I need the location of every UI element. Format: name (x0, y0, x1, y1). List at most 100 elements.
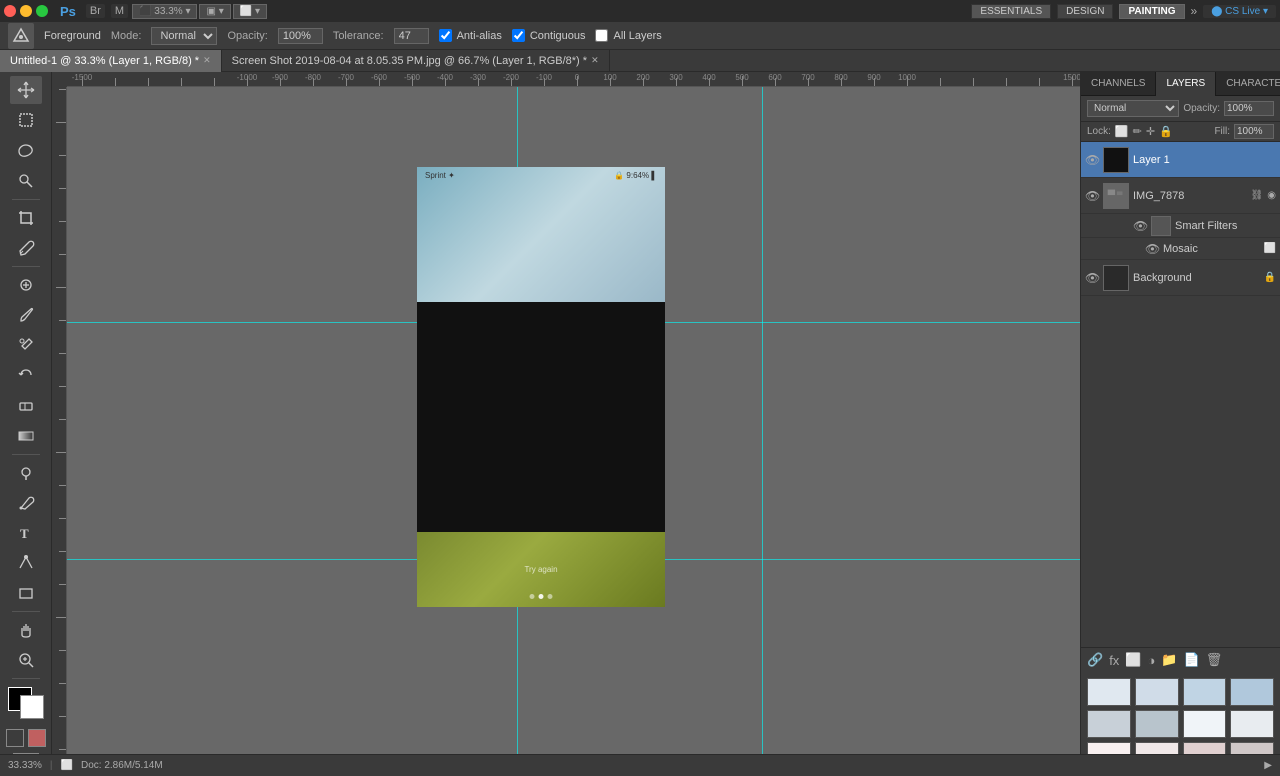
layer-item-1[interactable]: 👁 IMG_7878 ⛓ ◉ (1081, 178, 1280, 214)
quick-select-tool[interactable] (10, 166, 42, 194)
layer-item-0[interactable]: 👁 Layer 1 (1081, 142, 1280, 178)
opacity-input[interactable] (278, 28, 323, 44)
eraser-tool[interactable] (10, 391, 42, 419)
rectangular-marquee-tool[interactable] (10, 106, 42, 134)
tab-close-1[interactable]: ✕ (591, 55, 599, 66)
br-icon[interactable]: Br (86, 4, 105, 18)
svg-text:T: T (20, 526, 29, 541)
delete-layer-button[interactable]: 🗑 (1206, 652, 1223, 668)
zoom-fit-button[interactable]: ⬜ (61, 760, 73, 771)
close-button[interactable] (4, 5, 16, 17)
lock-all-icon[interactable]: 🔒 (1159, 125, 1173, 138)
eyedropper-tool[interactable] (10, 234, 42, 262)
tab-close-0[interactable]: ✕ (203, 55, 211, 66)
ps-logo: Ps (60, 4, 76, 19)
gradient-tool[interactable] (10, 421, 42, 449)
dot-1 (530, 594, 535, 599)
tolerance-label: Tolerance: (333, 30, 384, 42)
layer-vis-2[interactable]: 👁 (1085, 271, 1099, 285)
anti-alias-checkbox[interactable] (439, 29, 452, 42)
clone-stamp-tool[interactable] (10, 331, 42, 359)
lock-image-icon[interactable]: ✏ (1133, 125, 1142, 138)
path-select-tool[interactable] (10, 549, 42, 577)
tolerance-input[interactable] (394, 28, 429, 44)
layer-vis-0[interactable]: 👁 (1085, 153, 1099, 167)
lock-position-icon[interactable]: ✛ (1146, 125, 1155, 138)
canvas-image-placeholder: Sprint ✦ 🔒 9:64% ▌ (417, 167, 665, 302)
mosaic-label: Mosaic (1163, 243, 1260, 255)
contiguous-checkbox[interactable] (512, 29, 525, 42)
fill-input[interactable] (1234, 124, 1274, 139)
canvas-area[interactable]: Sprint ✦ 🔒 9:64% ▌ Try again (67, 87, 1080, 776)
painting-button[interactable]: PAINTING (1119, 4, 1184, 19)
pen-tool[interactable] (10, 489, 42, 517)
essentials-button[interactable]: ESSENTIALS (971, 4, 1051, 19)
add-adjustment-button[interactable]: ◑ (1148, 653, 1156, 668)
background-color[interactable] (20, 695, 44, 719)
tool-preset-picker[interactable] (8, 23, 34, 49)
opacity-label: Opacity: (1183, 103, 1220, 114)
status-arrow[interactable]: ▶ (1264, 760, 1272, 771)
toolbox: T (0, 72, 52, 776)
text-tool[interactable]: T (10, 519, 42, 547)
channels-tab[interactable]: CHANNELS (1081, 72, 1156, 96)
lasso-tool[interactable] (10, 136, 42, 164)
doc-tab-0[interactable]: Untitled-1 @ 33.3% (Layer 1, RGB/8) * ✕ (0, 50, 222, 72)
shape-tool[interactable] (10, 579, 42, 607)
layers-tab[interactable]: LAYERS (1156, 72, 1216, 96)
quick-mask-mode[interactable] (28, 729, 46, 747)
design-button[interactable]: DESIGN (1057, 4, 1113, 19)
maximize-button[interactable] (36, 5, 48, 17)
mini-icon[interactable]: M (111, 4, 128, 18)
history-brush-tool[interactable] (10, 361, 42, 389)
brush-tool[interactable] (10, 301, 42, 329)
lock-label: Lock: (1087, 126, 1111, 137)
minimize-button[interactable] (20, 5, 32, 17)
tool-divider-2 (12, 266, 40, 267)
add-style-button[interactable]: fx (1109, 653, 1119, 668)
guide-v-2 (762, 87, 763, 776)
view-selector[interactable]: ▣ ▾ (199, 4, 230, 19)
layer-list: 👁 Layer 1 👁 IMG_7878 ⛓ ◉ 👁 Sma (1081, 142, 1280, 647)
try-again-label: Try again (524, 565, 557, 574)
new-group-button[interactable]: 📁 (1161, 652, 1177, 668)
hand-tool[interactable] (10, 616, 42, 644)
lock-transparent-icon[interactable]: ⬜ (1115, 125, 1129, 138)
add-mask-button[interactable]: ⬜ (1125, 652, 1141, 668)
new-layer-button[interactable]: 📄 (1184, 652, 1200, 668)
dodge-tool[interactable] (10, 459, 42, 487)
smart-filters-thumb (1151, 216, 1171, 236)
smart-filters-vis[interactable]: 👁 (1133, 219, 1147, 233)
all-layers-checkbox[interactable] (595, 29, 608, 42)
fill-label: Fill: (1214, 126, 1230, 137)
all-layers-label: All Layers (595, 29, 661, 42)
ruler-corner (52, 72, 67, 87)
canvas-black (417, 302, 665, 532)
opacity-input[interactable] (1224, 101, 1274, 116)
mode-select[interactable]: Normal (151, 27, 217, 45)
blend-mode-select[interactable]: Normal (1087, 100, 1179, 117)
more-workspaces[interactable]: » (1191, 4, 1198, 18)
dots-row (530, 594, 553, 599)
healing-brush-tool[interactable] (10, 271, 42, 299)
layer-item-2[interactable]: 👁 Background 🔒 (1081, 260, 1280, 296)
doc-tab-1[interactable]: Screen Shot 2019-08-04 at 8.05.35 PM.jpg… (222, 50, 610, 72)
ruler-top: -1500-1000-900-800-700-600-500-400-300-2… (67, 72, 1080, 87)
dot-3 (548, 594, 553, 599)
mode-label: Mode: (111, 30, 142, 42)
layer-vis-1[interactable]: 👁 (1085, 189, 1099, 203)
zoom-tool[interactable] (10, 646, 42, 674)
standard-mode[interactable] (6, 729, 24, 747)
layout-selector[interactable]: ⬜ ▾ (233, 4, 267, 19)
move-tool[interactable] (10, 76, 42, 104)
cslive-button[interactable]: ⬤ CS Live ▾ (1203, 5, 1276, 18)
document-canvas[interactable]: Sprint ✦ 🔒 9:64% ▌ Try again (417, 167, 665, 607)
character-tab[interactable]: CHARACTER (1216, 72, 1280, 96)
preview-swatch-2 (1183, 678, 1227, 706)
link-layers-button[interactable]: 🔗 (1087, 652, 1103, 668)
contiguous-label: Contiguous (512, 29, 586, 42)
crop-tool[interactable] (10, 204, 42, 232)
ruler-top-bar: -1500-1000-900-800-700-600-500-400-300-2… (52, 72, 1080, 87)
mosaic-vis[interactable]: 👁 (1145, 242, 1159, 256)
layer-name-1: IMG_7878 (1133, 190, 1247, 202)
